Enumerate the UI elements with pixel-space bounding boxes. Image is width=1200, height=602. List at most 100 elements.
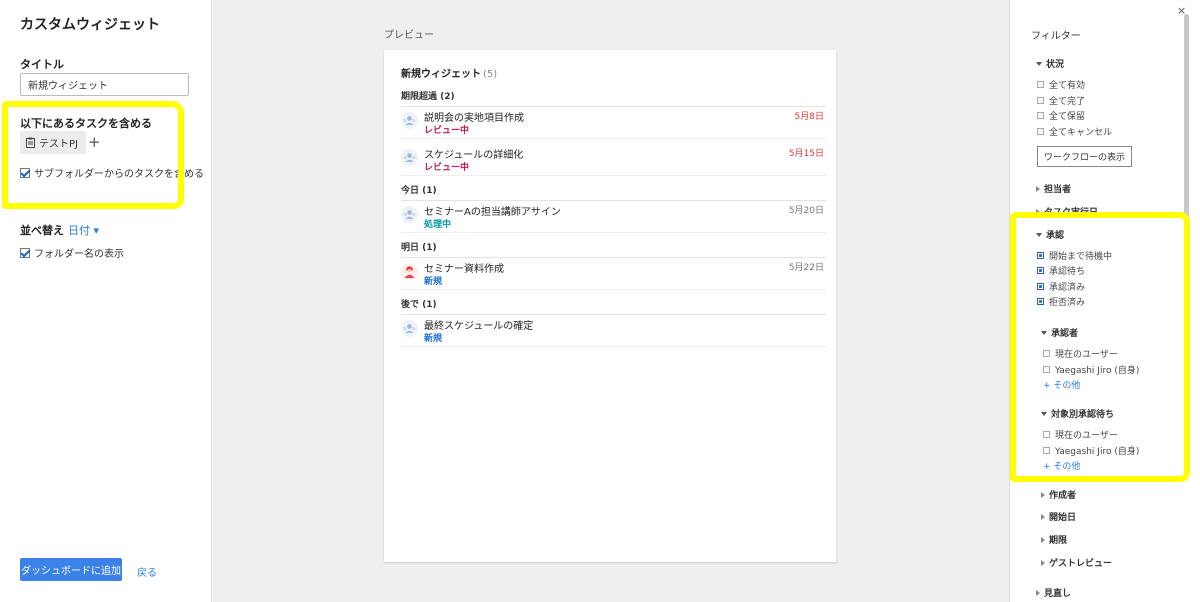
- filter-scrollbar[interactable]: [1184, 14, 1189, 436]
- back-link[interactable]: 戻る: [137, 564, 157, 579]
- widget-name: 新規ウィジェット: [401, 69, 481, 80]
- approval-option[interactable]: 開始まで待機中: [1037, 249, 1112, 262]
- user-avatar: [401, 263, 418, 280]
- status-option[interactable]: 全てキャンセル: [1037, 125, 1112, 138]
- approver-more-link[interactable]: + その他: [1043, 378, 1080, 391]
- section-label: 担当者: [1044, 185, 1072, 195]
- include-subfolders-checkbox[interactable]: [20, 167, 30, 178]
- section-label: 開始日: [1049, 513, 1077, 523]
- filter-section-creator[interactable]: 作成者: [1041, 488, 1076, 501]
- checkbox[interactable]: [1037, 112, 1044, 119]
- widget-title-input[interactable]: [20, 73, 189, 96]
- filter-section-status[interactable]: 状況: [1036, 57, 1064, 70]
- filter-section-task-date[interactable]: タスク実行日: [1036, 205, 1098, 218]
- sort-dropdown[interactable]: 日付 ▾: [68, 224, 99, 237]
- option-label: 現在のユーザー: [1055, 431, 1118, 441]
- task-status: 新規: [424, 277, 443, 287]
- filter-section-start-date[interactable]: 開始日: [1041, 510, 1076, 523]
- chevron-right-icon: [1041, 513, 1045, 520]
- task-date: 5月15日: [788, 149, 824, 159]
- filter-section-assignee[interactable]: 担当者: [1036, 182, 1071, 195]
- task-name: スケジュールの詳細化: [424, 150, 524, 161]
- task-count: (5): [483, 69, 498, 80]
- approver-option[interactable]: Yaegashi Jiro (自身): [1043, 363, 1139, 376]
- filter-section-review[interactable]: 見直し: [1036, 586, 1071, 599]
- task-date: 5月22日: [788, 263, 824, 273]
- status-option[interactable]: 全て保留: [1037, 109, 1085, 122]
- option-label: 全て保留: [1049, 112, 1086, 122]
- section-label: 期限: [1049, 536, 1068, 546]
- approver-option[interactable]: 現在のユーザー: [1043, 347, 1118, 360]
- task-status: 処理中: [424, 220, 452, 230]
- approval-option[interactable]: 拒否済み: [1037, 295, 1085, 308]
- task-name: セミナー資料作成: [424, 264, 504, 275]
- checkbox[interactable]: [1043, 447, 1050, 454]
- checkbox[interactable]: [1037, 97, 1044, 104]
- approval-option[interactable]: 承認済み: [1037, 280, 1085, 293]
- sort-row: 並べ替え 日付 ▾: [20, 222, 99, 238]
- task-status: 新規: [424, 334, 443, 344]
- option-label: 現在のユーザー: [1055, 350, 1118, 360]
- option-label: Yaegashi Jiro (自身): [1055, 366, 1140, 376]
- checkbox[interactable]: [1037, 298, 1044, 305]
- clipboard-icon: [26, 137, 35, 148]
- option-label: Yaegashi Jiro (自身): [1055, 447, 1140, 457]
- show-folder-name-option[interactable]: フォルダー名の表示: [20, 245, 124, 260]
- preview-card: 新規ウィジェット (5) 期限超過 (2) 説明会の実地項目作成 レビュー中 5月…: [384, 50, 836, 562]
- chevron-right-icon: [1041, 559, 1045, 566]
- sort-label: 並べ替え: [20, 224, 64, 237]
- add-folder-button[interactable]: +: [88, 133, 101, 151]
- checkbox[interactable]: [1037, 81, 1044, 88]
- checkbox[interactable]: [1043, 350, 1050, 357]
- unassigned-user-icon: [401, 206, 418, 223]
- chevron-down-icon: [1036, 232, 1042, 237]
- checkbox[interactable]: [1043, 431, 1050, 438]
- checkbox[interactable]: [1037, 283, 1044, 290]
- filter-section-approver[interactable]: 承認者: [1041, 326, 1078, 339]
- task-date: 5月20日: [788, 206, 824, 216]
- add-to-dashboard-button[interactable]: ダッシュボードに追加: [20, 558, 122, 581]
- checkbox[interactable]: [1037, 252, 1044, 259]
- task-name: 最終スケジュールの確定: [424, 321, 534, 332]
- filter-section-guest-review[interactable]: ゲストレビュー: [1041, 556, 1112, 569]
- section-label: 状況: [1046, 60, 1065, 70]
- task-row[interactable]: 説明会の実地項目作成 レビュー中 5月8日: [401, 105, 826, 139]
- panel-title: カスタムウィジェット: [20, 17, 160, 33]
- section-label: 承認: [1046, 231, 1065, 241]
- show-workflow-button[interactable]: ワークフローの表示: [1037, 146, 1132, 167]
- show-folder-name-checkbox[interactable]: [20, 247, 30, 258]
- approval-option[interactable]: 承認待ち: [1037, 264, 1085, 277]
- include-tasks-label: 以下にあるタスクを含める: [20, 117, 152, 130]
- task-row[interactable]: スケジュールの詳細化 レビュー中 5月15日: [401, 142, 826, 176]
- checkbox[interactable]: [1043, 366, 1050, 373]
- title-label: タイトル: [20, 58, 64, 71]
- include-subfolders-label: サブフォルダーからのタスクを含める: [34, 169, 204, 180]
- filter-section-approval[interactable]: 承認: [1036, 228, 1064, 241]
- chevron-right-icon: [1041, 491, 1045, 498]
- chevron-down-icon: [1036, 61, 1042, 66]
- task-row[interactable]: セミナー資料作成 新規 5月22日: [401, 256, 826, 290]
- preview-label: プレビュー: [384, 30, 434, 41]
- checkbox[interactable]: [1037, 267, 1044, 274]
- task-row[interactable]: セミナーAの担当講師アサイン 処理中 5月20日: [401, 199, 826, 233]
- task-row[interactable]: 最終スケジュールの確定 新規: [401, 313, 826, 347]
- include-subfolders-option[interactable]: サブフォルダーからのタスクを含める: [20, 165, 204, 180]
- filter-section-pending-approval[interactable]: 対象別承認待ち: [1041, 407, 1114, 420]
- pending-option[interactable]: Yaegashi Jiro (自身): [1043, 444, 1139, 457]
- widget-settings-panel: カスタムウィジェット タイトル 以下にあるタスクを含める テストPJ + サブフ…: [0, 0, 212, 602]
- folder-chip[interactable]: テストPJ: [20, 131, 86, 154]
- status-option[interactable]: 全て有効: [1037, 78, 1085, 91]
- show-folder-name-label: フォルダー名の表示: [34, 249, 124, 260]
- pending-option[interactable]: 現在のユーザー: [1043, 428, 1118, 441]
- filter-section-due[interactable]: 期限: [1041, 533, 1067, 546]
- status-option[interactable]: 全て完了: [1037, 94, 1085, 107]
- chevron-right-icon: [1036, 185, 1040, 192]
- section-label: 作成者: [1049, 491, 1077, 501]
- checkbox[interactable]: [1037, 128, 1044, 135]
- pending-more-link[interactable]: + その他: [1043, 459, 1080, 472]
- chevron-right-icon: [1036, 208, 1040, 215]
- task-date: 5月8日: [794, 112, 824, 122]
- option-label: 全て有効: [1049, 81, 1086, 91]
- option-label: 開始まで待機中: [1049, 252, 1113, 262]
- option-label: 承認待ち: [1049, 267, 1086, 277]
